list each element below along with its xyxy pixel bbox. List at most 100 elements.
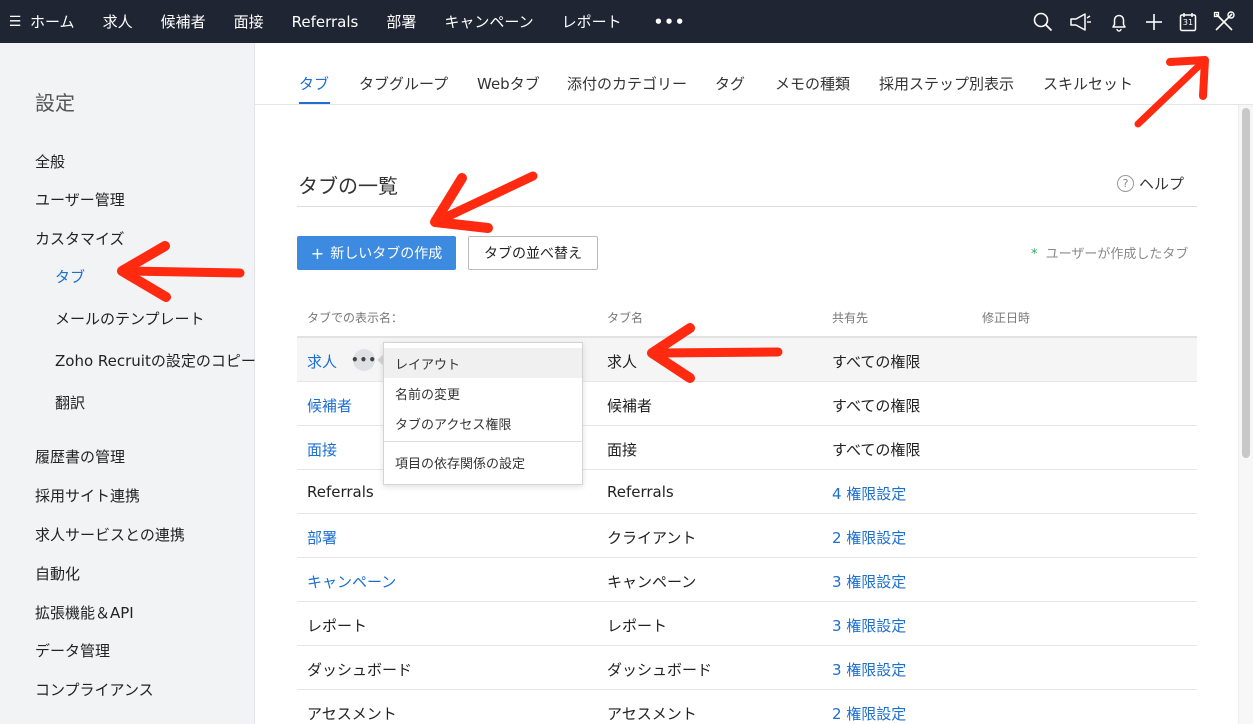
tab-name: キャンペーン xyxy=(607,573,697,591)
megaphone-icon[interactable] xyxy=(1069,12,1093,32)
sidebar-item-compliance[interactable]: コンプライアンス xyxy=(35,679,154,700)
sidebar-item-extensions[interactable]: 拡張機能＆API xyxy=(35,602,134,623)
tab-display-name[interactable]: 求人 xyxy=(307,351,337,372)
tab-display-name[interactable]: 候補者 xyxy=(307,395,352,416)
sidebar-item-resume[interactable]: 履歴書の管理 xyxy=(35,446,125,467)
tab-name: 候補者 xyxy=(607,397,653,415)
plus-icon: + xyxy=(310,243,325,263)
tab-name: アセスメント xyxy=(607,705,697,723)
nav-campaigns[interactable]: キャンペーン xyxy=(444,11,533,32)
tab-name: 面接 xyxy=(607,441,638,459)
column-header-display-name: タブでの表示名： xyxy=(307,311,404,325)
menu-icon[interactable]: ☰ xyxy=(0,0,30,43)
sidebar-item-customize[interactable]: カスタマイズ xyxy=(35,228,125,249)
scrollbar-thumb[interactable] xyxy=(1242,108,1250,458)
reorder-tabs-button[interactable]: タブの並べ替え xyxy=(468,236,598,270)
sidebar-item-translation[interactable]: 翻訳 xyxy=(55,392,85,413)
nav-interviews[interactable]: 面接 xyxy=(234,11,264,32)
tab-shared-with[interactable]: 2 権限設定 xyxy=(832,527,906,548)
tab-display-name: アセスメント xyxy=(307,705,397,723)
row-more-options-button[interactable]: ••• xyxy=(351,349,376,371)
tab-display-name: レポート xyxy=(307,617,368,635)
tab-name: 求人 xyxy=(607,353,638,371)
tab-shared-with[interactable]: 3 権限設定 xyxy=(832,571,906,592)
sidebar-item-general[interactable]: 全般 xyxy=(35,151,65,172)
asterisk-icon: * xyxy=(1031,247,1038,262)
menu-item-access-permissions[interactable]: タブのアクセス権限 xyxy=(384,408,582,438)
page-title: タブの一覧 xyxy=(298,174,398,198)
tab-name: ダッシュボード xyxy=(607,661,713,679)
tab-stage-views[interactable]: 採用ステップ別表示 xyxy=(879,73,1014,94)
table-row[interactable]: アセスメント アセスメント 2 権限設定 xyxy=(297,690,1197,724)
search-icon[interactable] xyxy=(1033,12,1053,32)
nav-more-button[interactable]: ••• xyxy=(654,13,686,31)
heading-divider xyxy=(297,206,1197,207)
sidebar-item-tabs[interactable]: タブ xyxy=(55,266,85,287)
row-action-menu: レイアウト 名前の変更 タブのアクセス権限 項目の依存関係の設定 xyxy=(383,342,583,485)
tab-name: Referrals xyxy=(607,483,674,501)
vertical-scrollbar[interactable] xyxy=(1238,105,1253,724)
tools-icon[interactable] xyxy=(1213,10,1235,33)
sidebar-item-copy-settings[interactable]: Zoho Recruitの設定のコピー xyxy=(55,350,256,371)
tab-display-name: ダッシュボード xyxy=(307,661,413,679)
settings-tabs: タブ タブグループ Webタブ 添付のカテゴリー タグ メモの種類 採用ステップ… xyxy=(255,43,1253,105)
nav-referrals[interactable]: Referrals xyxy=(292,13,359,31)
nav-home[interactable]: ホーム xyxy=(30,11,75,32)
tab-shared-with[interactable]: 4 権限設定 xyxy=(832,483,906,504)
plus-icon[interactable] xyxy=(1145,13,1163,31)
tab-tags[interactable]: タグ xyxy=(715,73,745,94)
new-tab-button[interactable]: + 新しいタブの作成 xyxy=(297,236,456,270)
sidebar-item-automation[interactable]: 自動化 xyxy=(35,563,80,584)
tab-shared-with: すべての権限 xyxy=(832,397,921,415)
nav-candidates[interactable]: 候補者 xyxy=(161,11,206,32)
table-row[interactable]: キャンペーン キャンペーン 3 権限設定 xyxy=(297,558,1197,602)
sidebar-item-user-management[interactable]: ユーザー管理 xyxy=(35,189,125,210)
menu-divider xyxy=(384,441,582,442)
sidebar-item-job-services[interactable]: 求人サービスとの連携 xyxy=(35,524,185,545)
tab-shared-with[interactable]: 2 権限設定 xyxy=(832,703,906,724)
help-link[interactable]: ? ヘルプ xyxy=(1117,173,1184,194)
tab-shared-with: すべての権限 xyxy=(832,353,921,371)
bell-icon[interactable] xyxy=(1109,12,1129,32)
table-row[interactable]: 部署 クライアント 2 権限設定 xyxy=(297,514,1197,558)
tab-shared-with[interactable]: 3 権限設定 xyxy=(832,615,906,636)
sidebar-item-career-site[interactable]: 採用サイト連携 xyxy=(35,485,140,506)
user-created-legend: * ユーザーが作成したタブ xyxy=(1031,243,1188,262)
top-icons: 31 xyxy=(1033,0,1235,43)
column-header-modified: 修正日時 xyxy=(982,311,1031,325)
tab-skill-sets[interactable]: スキルセット xyxy=(1043,73,1133,94)
help-label: ヘルプ xyxy=(1139,175,1185,193)
tab-display-name[interactable]: キャンペーン xyxy=(307,571,396,592)
tab-web-tabs[interactable]: Webタブ xyxy=(477,73,540,94)
tab-tabs[interactable]: タブ xyxy=(299,73,329,94)
nav-jobs[interactable]: 求人 xyxy=(103,11,133,32)
tab-attachment-categories[interactable]: 添付のカテゴリー xyxy=(567,73,687,94)
tab-tab-groups[interactable]: タブグループ xyxy=(359,73,448,94)
top-navigation-bar: ☰ ホーム 求人 候補者 面接 Referrals 部署 キャンペーン レポート… xyxy=(0,0,1253,43)
menu-item-field-dependency[interactable]: 項目の依存関係の設定 xyxy=(384,447,582,477)
table-row[interactable]: レポート レポート 3 権限設定 xyxy=(297,602,1197,646)
nav-departments[interactable]: 部署 xyxy=(386,11,416,32)
tab-name: クライアント xyxy=(607,529,697,547)
sidebar-item-mail-templates[interactable]: メールのテンプレート xyxy=(55,308,205,329)
tab-display-name[interactable]: 面接 xyxy=(307,439,337,460)
settings-sidebar: 設定 全般 ユーザー管理 カスタマイズ タブ メールのテンプレート Zoho R… xyxy=(0,43,256,724)
tab-shared-with[interactable]: 3 権限設定 xyxy=(832,659,906,680)
tab-shared-with: すべての権限 xyxy=(832,441,921,459)
active-tab-indicator xyxy=(299,102,330,104)
column-header-shared-with: 共有先 xyxy=(832,311,869,325)
sidebar-item-data-management[interactable]: データ管理 xyxy=(35,640,110,661)
menu-item-layout[interactable]: レイアウト xyxy=(384,348,582,378)
help-icon: ? xyxy=(1117,175,1134,192)
table-row[interactable]: ダッシュボード ダッシュボード 3 権限設定 xyxy=(297,646,1197,690)
tab-display-name: Referrals xyxy=(307,483,374,501)
new-tab-label: 新しいタブの作成 xyxy=(330,246,443,262)
user-created-label: ユーザーが作成したタブ xyxy=(1045,247,1189,262)
tab-note-types[interactable]: メモの種類 xyxy=(775,73,850,94)
top-nav: ホーム 求人 候補者 面接 Referrals 部署 キャンペーン レポート •… xyxy=(30,0,713,43)
menu-item-rename[interactable]: 名前の変更 xyxy=(384,378,582,408)
calendar-icon[interactable]: 31 xyxy=(1179,12,1197,32)
calendar-day: 31 xyxy=(1182,17,1194,27)
nav-reports[interactable]: レポート xyxy=(562,11,622,32)
tab-display-name[interactable]: 部署 xyxy=(307,527,337,548)
